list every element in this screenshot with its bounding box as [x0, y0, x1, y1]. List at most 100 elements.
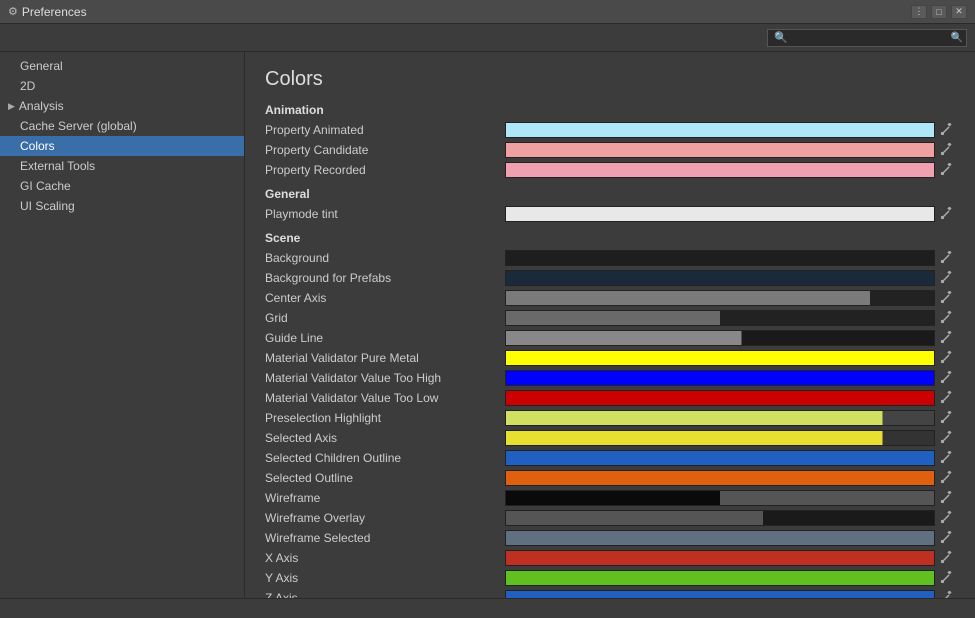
- color-bar-selected-axis[interactable]: [505, 430, 935, 446]
- search-input[interactable]: [767, 29, 967, 47]
- eyedropper-btn-x-axis[interactable]: [939, 550, 955, 566]
- color-row-wireframe: Wireframe: [265, 489, 955, 507]
- bottom-bar: [0, 598, 975, 618]
- color-label-property-animated: Property Animated: [265, 123, 505, 137]
- sidebar-item-label: General: [20, 59, 63, 73]
- color-bar-material-too-low[interactable]: [505, 390, 935, 406]
- color-row-y-axis: Y Axis: [265, 569, 955, 587]
- color-row-material-too-high: Material Validator Value Too High: [265, 369, 955, 387]
- window-icon: ⚙: [8, 5, 18, 18]
- arrow-icon: ▶: [8, 101, 15, 112]
- preferences-window: ⚙ Preferences ⋮ □ ✕ 🔍 General2D▶Analysis…: [0, 0, 975, 618]
- restore-button[interactable]: □: [931, 5, 947, 19]
- color-bar-material-too-high[interactable]: [505, 370, 935, 386]
- eyedropper-btn-property-candidate[interactable]: [939, 142, 955, 158]
- color-bar-property-recorded[interactable]: [505, 162, 935, 178]
- eyedropper-btn-material-too-high[interactable]: [939, 370, 955, 386]
- sidebar-item-ui-scaling[interactable]: UI Scaling: [0, 196, 244, 216]
- color-label-wireframe-overlay: Wireframe Overlay: [265, 511, 505, 525]
- color-bar-wrap-playmode-tint: [505, 206, 955, 222]
- color-bar-background[interactable]: [505, 250, 935, 266]
- color-row-grid: Grid: [265, 309, 955, 327]
- sidebar-item-2d[interactable]: 2D: [0, 76, 244, 96]
- color-label-playmode-tint: Playmode tint: [265, 207, 505, 221]
- color-bar-playmode-tint[interactable]: [505, 206, 935, 222]
- color-bar-material-pure-metal[interactable]: [505, 350, 935, 366]
- color-bar-wrap-property-recorded: [505, 162, 955, 178]
- color-bar-x-axis[interactable]: [505, 550, 935, 566]
- sidebar-item-cache-server[interactable]: Cache Server (global): [0, 116, 244, 136]
- close-button[interactable]: ✕: [951, 5, 967, 19]
- eyedropper-btn-property-recorded[interactable]: [939, 162, 955, 178]
- eyedropper-btn-guide-line[interactable]: [939, 330, 955, 346]
- sidebar-item-colors[interactable]: Colors: [0, 136, 244, 156]
- color-label-background: Background: [265, 251, 505, 265]
- eyedropper-btn-selected-outline[interactable]: [939, 470, 955, 486]
- eyedropper-btn-grid[interactable]: [939, 310, 955, 326]
- color-bar-wireframe-selected[interactable]: [505, 530, 935, 546]
- eyedropper-btn-z-axis[interactable]: [939, 590, 955, 598]
- color-row-z-axis: Z Axis: [265, 589, 955, 598]
- color-bar-z-axis[interactable]: [505, 590, 935, 598]
- color-bar-wrap-selected-outline: [505, 470, 955, 486]
- sidebar-item-analysis[interactable]: ▶Analysis: [0, 96, 244, 116]
- eyedropper-btn-selected-axis[interactable]: [939, 430, 955, 446]
- color-bar-wireframe[interactable]: [505, 490, 935, 506]
- color-bar-background-prefabs[interactable]: [505, 270, 935, 286]
- color-bar-grid[interactable]: [505, 310, 935, 326]
- color-bar-selected-children-outline[interactable]: [505, 450, 935, 466]
- eyedropper-btn-wireframe-selected[interactable]: [939, 530, 955, 546]
- color-bar-preselection-highlight[interactable]: [505, 410, 935, 426]
- color-bar-wrap-grid: [505, 310, 955, 326]
- sidebar-item-general[interactable]: General: [0, 56, 244, 76]
- color-bar-selected-outline[interactable]: [505, 470, 935, 486]
- eyedropper-btn-wireframe[interactable]: [939, 490, 955, 506]
- sidebar-item-label: GI Cache: [20, 179, 71, 193]
- eyedropper-btn-center-axis[interactable]: [939, 290, 955, 306]
- color-bar-wrap-x-axis: [505, 550, 955, 566]
- color-label-selected-outline: Selected Outline: [265, 471, 505, 485]
- eyedropper-btn-material-pure-metal[interactable]: [939, 350, 955, 366]
- sidebar-item-gi-cache[interactable]: GI Cache: [0, 176, 244, 196]
- eyedropper-btn-wireframe-overlay[interactable]: [939, 510, 955, 526]
- color-bar-property-candidate[interactable]: [505, 142, 935, 158]
- color-label-background-prefabs: Background for Prefabs: [265, 271, 505, 285]
- eyedropper-btn-y-axis[interactable]: [939, 570, 955, 586]
- color-label-center-axis: Center Axis: [265, 291, 505, 305]
- search-icon: 🔍: [951, 32, 963, 43]
- color-bar-property-animated[interactable]: [505, 122, 935, 138]
- eyedropper-btn-property-animated[interactable]: [939, 122, 955, 138]
- color-bar-y-axis[interactable]: [505, 570, 935, 586]
- color-row-guide-line: Guide Line: [265, 329, 955, 347]
- color-label-grid: Grid: [265, 311, 505, 325]
- color-label-material-pure-metal: Material Validator Pure Metal: [265, 351, 505, 365]
- color-label-guide-line: Guide Line: [265, 331, 505, 345]
- eyedropper-btn-material-too-low[interactable]: [939, 390, 955, 406]
- color-row-background: Background: [265, 249, 955, 267]
- section-header-general: General: [265, 187, 955, 201]
- color-row-x-axis: X Axis: [265, 549, 955, 567]
- color-label-material-too-low: Material Validator Value Too Low: [265, 391, 505, 405]
- color-row-property-candidate: Property Candidate: [265, 141, 955, 159]
- eyedropper-btn-background[interactable]: [939, 250, 955, 266]
- color-bar-wrap-preselection-highlight: [505, 410, 955, 426]
- color-bar-guide-line[interactable]: [505, 330, 935, 346]
- color-row-background-prefabs: Background for Prefabs: [265, 269, 955, 287]
- color-bar-wrap-wireframe: [505, 490, 955, 506]
- color-bar-wrap-material-too-low: [505, 390, 955, 406]
- color-bar-wrap-center-axis: [505, 290, 955, 306]
- color-bar-wrap-material-pure-metal: [505, 350, 955, 366]
- sidebar-item-external-tools[interactable]: External Tools: [0, 156, 244, 176]
- color-row-material-too-low: Material Validator Value Too Low: [265, 389, 955, 407]
- color-label-property-recorded: Property Recorded: [265, 163, 505, 177]
- more-options-button[interactable]: ⋮: [911, 5, 927, 19]
- eyedropper-btn-selected-children-outline[interactable]: [939, 450, 955, 466]
- eyedropper-btn-preselection-highlight[interactable]: [939, 410, 955, 426]
- color-bar-wrap-z-axis: [505, 590, 955, 598]
- eyedropper-btn-playmode-tint[interactable]: [939, 206, 955, 222]
- color-bar-wireframe-overlay[interactable]: [505, 510, 935, 526]
- eyedropper-btn-background-prefabs[interactable]: [939, 270, 955, 286]
- sidebar-item-label: UI Scaling: [20, 199, 75, 213]
- sidebar-item-label: Colors: [20, 139, 55, 153]
- color-bar-center-axis[interactable]: [505, 290, 935, 306]
